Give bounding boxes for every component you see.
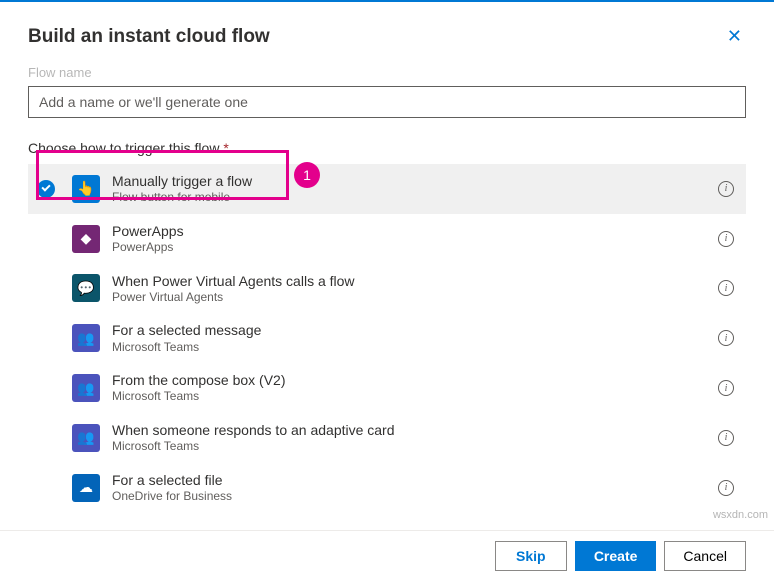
info-icon[interactable]: i (718, 181, 734, 197)
trigger-app-icon: 👥 (72, 374, 100, 402)
trigger-title: Manually trigger a flow (112, 172, 706, 190)
trigger-app-icon: ◆ (72, 225, 100, 253)
trigger-subtitle: PowerApps (112, 240, 706, 256)
trigger-row[interactable]: ◆ PowerAppsPowerApps i (28, 214, 746, 264)
trigger-list: 👆 Manually trigger a flowFlow button for … (28, 164, 746, 512)
trigger-row[interactable]: ☁ For a selected fileOneDrive for Busines… (28, 463, 746, 513)
trigger-subtitle: Power Virtual Agents (112, 290, 706, 306)
trigger-subtitle: OneDrive for Business (112, 489, 706, 505)
trigger-app-icon: ☁ (72, 474, 100, 502)
trigger-title: For a selected file (112, 471, 706, 489)
trigger-subtitle: Microsoft Teams (112, 439, 706, 455)
trigger-title: PowerApps (112, 222, 706, 240)
trigger-subtitle: Microsoft Teams (112, 389, 706, 405)
info-icon[interactable]: i (718, 330, 734, 346)
info-icon[interactable]: i (718, 380, 734, 396)
trigger-app-icon: 👥 (72, 424, 100, 452)
trigger-row[interactable]: 👆 Manually trigger a flowFlow button for … (28, 164, 746, 214)
trigger-app-icon: 👥 (72, 324, 100, 352)
trigger-subtitle: Flow button for mobile (112, 190, 706, 206)
trigger-row[interactable]: 💬 When Power Virtual Agents calls a flowP… (28, 264, 746, 314)
skip-button[interactable]: Skip (495, 541, 567, 571)
trigger-section-label: Choose how to trigger this flow * (28, 140, 746, 156)
flow-name-label: Flow name (28, 65, 746, 80)
trigger-title: When Power Virtual Agents calls a flow (112, 272, 706, 290)
trigger-subtitle: Microsoft Teams (112, 340, 706, 356)
trigger-row[interactable]: 👥 When someone responds to an adaptive ca… (28, 413, 746, 463)
close-icon[interactable]: ✕ (723, 22, 746, 51)
info-icon[interactable]: i (718, 430, 734, 446)
watermark: wsxdn.com (713, 509, 768, 521)
dialog-footer: Skip Create Cancel (0, 530, 774, 581)
dialog-title: Build an instant cloud flow (28, 26, 270, 48)
info-icon[interactable]: i (718, 231, 734, 247)
trigger-radio[interactable] (37, 180, 55, 198)
trigger-row[interactable]: 👥 From the compose box (V2)Microsoft Team… (28, 363, 746, 413)
flow-name-input[interactable] (28, 86, 746, 118)
info-icon[interactable]: i (718, 280, 734, 296)
cancel-button[interactable]: Cancel (664, 541, 746, 571)
trigger-title: From the compose box (V2) (112, 371, 706, 389)
create-button[interactable]: Create (575, 541, 657, 571)
trigger-title: When someone responds to an adaptive car… (112, 421, 706, 439)
trigger-app-icon: 💬 (72, 274, 100, 302)
trigger-row[interactable]: 👥 For a selected messageMicrosoft Teams i (28, 313, 746, 363)
trigger-title: For a selected message (112, 321, 706, 339)
trigger-app-icon: 👆 (72, 175, 100, 203)
info-icon[interactable]: i (718, 480, 734, 496)
